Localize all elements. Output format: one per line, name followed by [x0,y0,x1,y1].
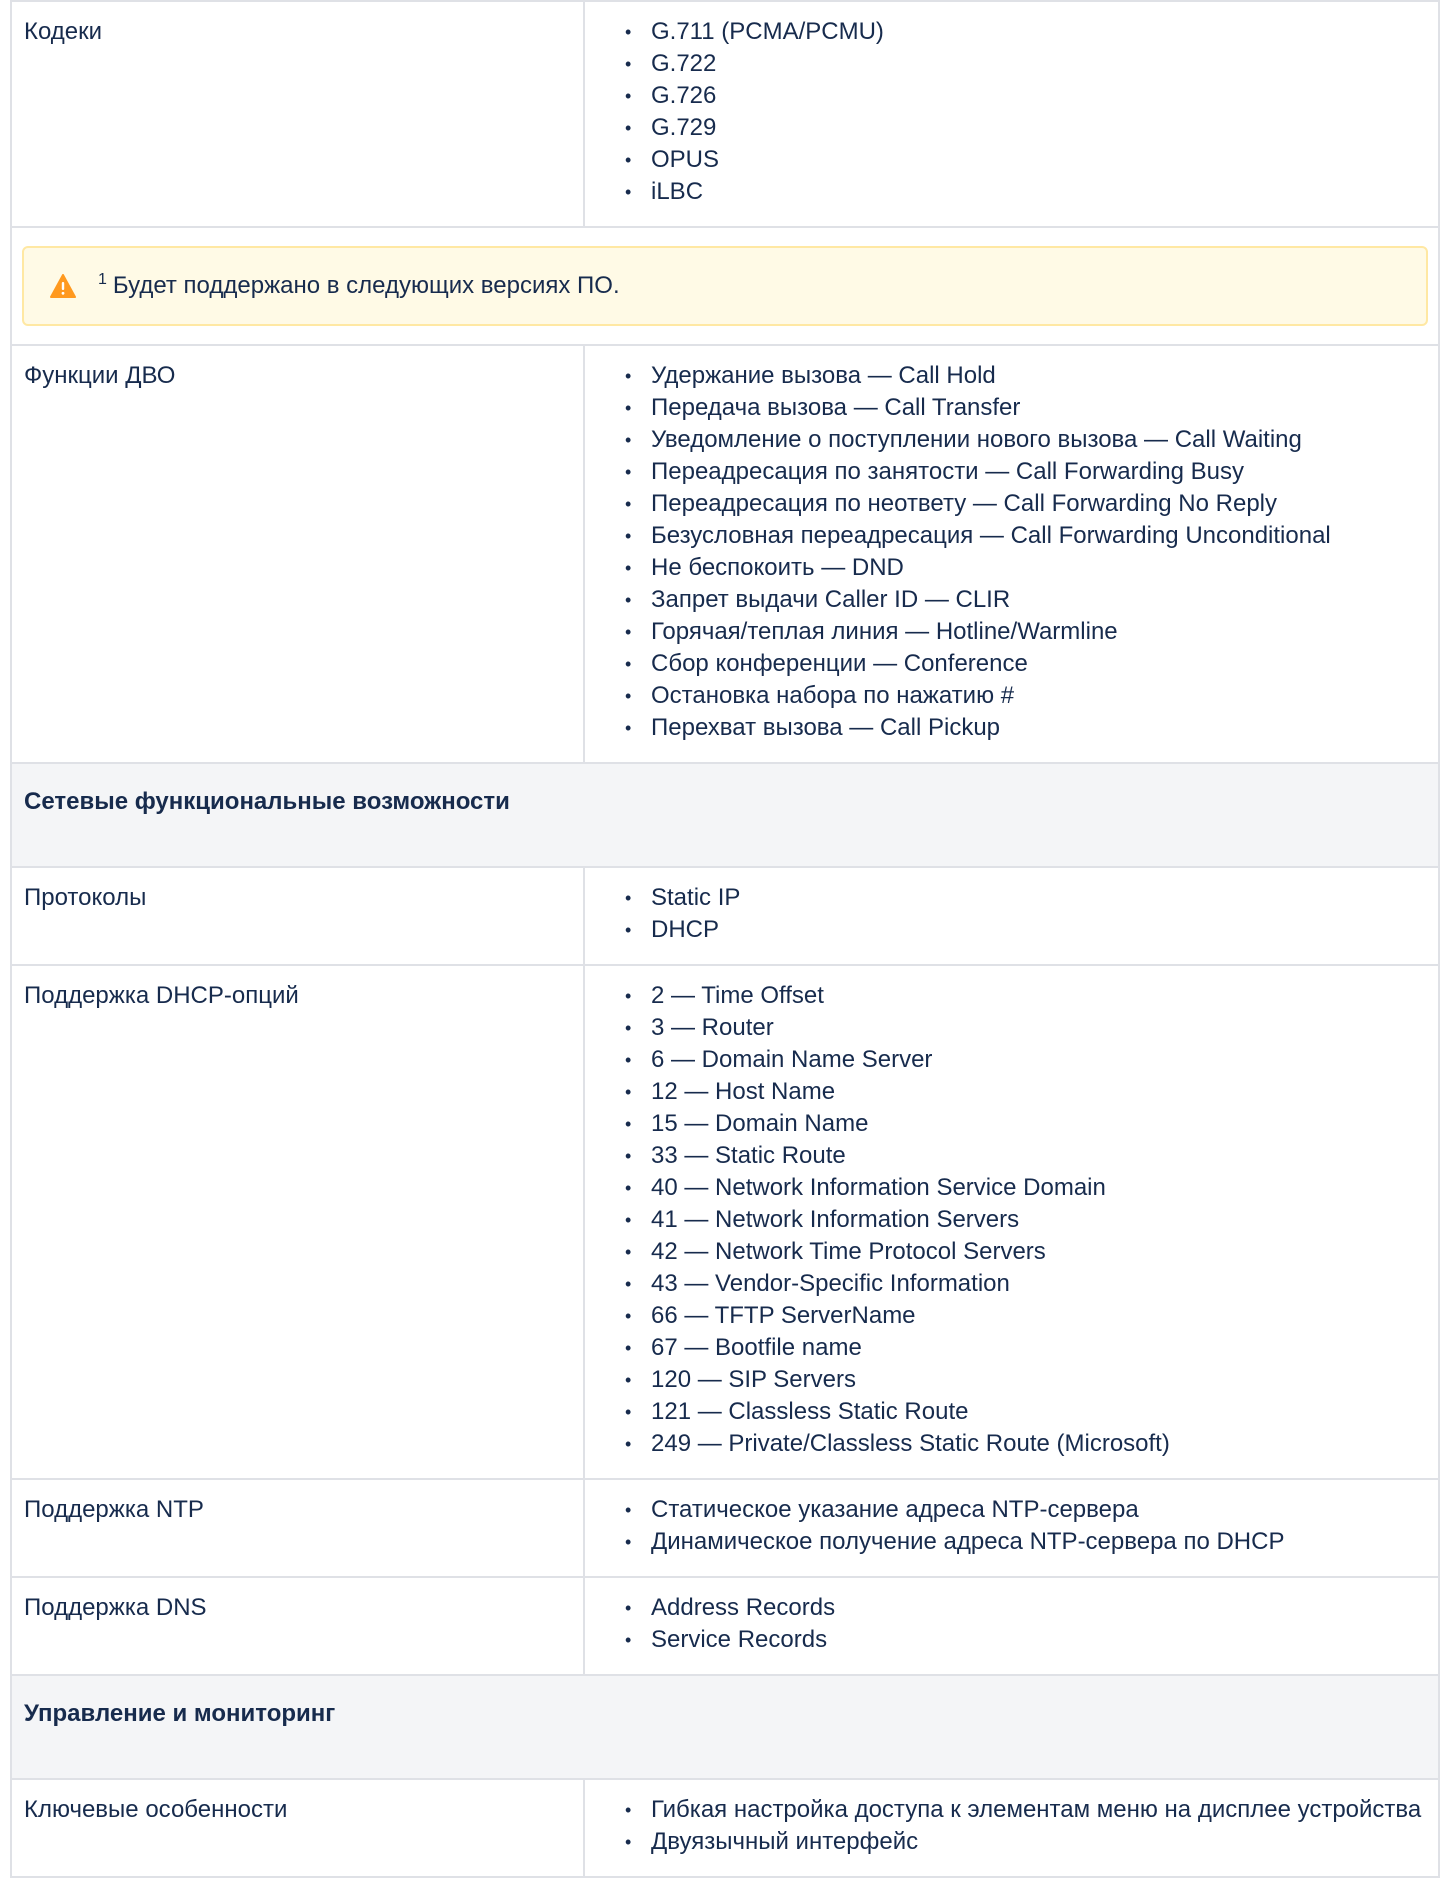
list-item: Двуязычный интерфейс [619,1826,1426,1858]
dvo-list: Удержание вызова — Call HoldПередача выз… [597,360,1426,744]
dhcp-options-list: 2 — Time Offset3 — Router6 — Domain Name… [597,980,1426,1460]
list-item: DHCP [619,914,1426,946]
table-row-dvo: Функции ДВО Удержание вызова — Call Hold… [10,344,1440,764]
note-text: Будет поддержано в следующих версиях ПО. [112,272,620,299]
footnote-marker: 1 [98,271,107,288]
dhcp-options-label: Поддержка DHCP-опций [10,964,585,1480]
list-item: Service Records [619,1624,1426,1656]
list-item: G.722 [619,48,1426,80]
list-item: 15 — Domain Name [619,1108,1426,1140]
list-item: Запрет выдачи Caller ID — CLIR [619,584,1426,616]
table-row-note: 1 Будет поддержано в следующих версиях П… [10,226,1440,346]
table-row-key-features: Ключевые особенности Гибкая настройка до… [10,1778,1440,1878]
protocols-list: Static IPDHCP [597,882,1426,946]
list-item: iLBC [619,176,1426,208]
list-item: Передача вызова — Call Transfer [619,392,1426,424]
dns-label: Поддержка DNS [10,1576,585,1676]
key-features-label: Ключевые особенности [10,1778,585,1878]
table-row-protocols: Протоколы Static IPDHCP [10,866,1440,966]
list-item: 12 — Host Name [619,1076,1426,1108]
warning-note: 1 Будет поддержано в следующих версиях П… [22,246,1428,326]
ntp-label: Поддержка NTP [10,1478,585,1578]
list-item: 40 — Network Information Service Domain [619,1172,1426,1204]
section-header-management: Управление и мониторинг [10,1674,1440,1780]
list-item: Перехват вызова — Call Pickup [619,712,1426,744]
list-item: Статическое указание адреса NTP-сервера [619,1494,1426,1526]
list-item: 3 — Router [619,1012,1426,1044]
list-item: Address Records [619,1592,1426,1624]
list-item: 33 — Static Route [619,1140,1426,1172]
dvo-label: Функции ДВО [10,344,585,764]
table-row-dhcp-options: Поддержка DHCP-опций 2 — Time Offset3 — … [10,964,1440,1480]
key-features-list: Гибкая настройка доступа к элементам мен… [597,1794,1426,1858]
spec-table: Кодеки G.711 (PCMA/PCMU)G.722G.726G.729O… [10,0,1440,1878]
protocols-label: Протоколы [10,866,585,966]
list-item: Static IP [619,882,1426,914]
list-item: Остановка набора по нажатию # [619,680,1426,712]
list-item: 43 — Vendor-Specific Information [619,1268,1426,1300]
list-item: Сбор конференции — Conference [619,648,1426,680]
list-item: 67 — Bootfile name [619,1332,1426,1364]
list-item: Безусловная переадресация — Call Forward… [619,520,1426,552]
list-item: 66 — TFTP ServerName [619,1300,1426,1332]
list-item: Уведомление о поступлении нового вызова … [619,424,1426,456]
list-item: 2 — Time Offset [619,980,1426,1012]
codecs-list: G.711 (PCMA/PCMU)G.722G.726G.729OPUSiLBC [597,16,1426,208]
list-item: OPUS [619,144,1426,176]
list-item: 6 — Domain Name Server [619,1044,1426,1076]
list-item: Не беспокоить — DND [619,552,1426,584]
list-item: G.726 [619,80,1426,112]
list-item: 41 — Network Information Servers [619,1204,1426,1236]
table-row-codecs: Кодеки G.711 (PCMA/PCMU)G.722G.726G.729O… [10,0,1440,228]
list-item: Гибкая настройка доступа к элементам мен… [619,1794,1426,1826]
list-item: G.711 (PCMA/PCMU) [619,16,1426,48]
dns-list: Address RecordsService Records [597,1592,1426,1656]
ntp-list: Статическое указание адреса NTP-сервераД… [597,1494,1426,1558]
list-item: 121 — Classless Static Route [619,1396,1426,1428]
list-item: Горячая/теплая линия — Hotline/Warmline [619,616,1426,648]
section-title-management: Управление и мониторинг [10,1674,1440,1780]
section-title-network: Сетевые функциональные возможности [10,762,1440,868]
list-item: Переадресация по неответу — Call Forward… [619,488,1426,520]
warning-icon [50,274,76,298]
table-row-dns: Поддержка DNS Address RecordsService Rec… [10,1576,1440,1676]
list-item: 120 — SIP Servers [619,1364,1426,1396]
codecs-label: Кодеки [10,0,585,228]
section-header-network: Сетевые функциональные возможности [10,762,1440,868]
list-item: Динамическое получение адреса NTP-сервер… [619,1526,1426,1558]
list-item: Переадресация по занятости — Call Forwar… [619,456,1426,488]
list-item: Удержание вызова — Call Hold [619,360,1426,392]
table-row-ntp: Поддержка NTP Статическое указание адрес… [10,1478,1440,1578]
list-item: 249 — Private/Classless Static Route (Mi… [619,1428,1426,1460]
list-item: 42 — Network Time Protocol Servers [619,1236,1426,1268]
list-item: G.729 [619,112,1426,144]
